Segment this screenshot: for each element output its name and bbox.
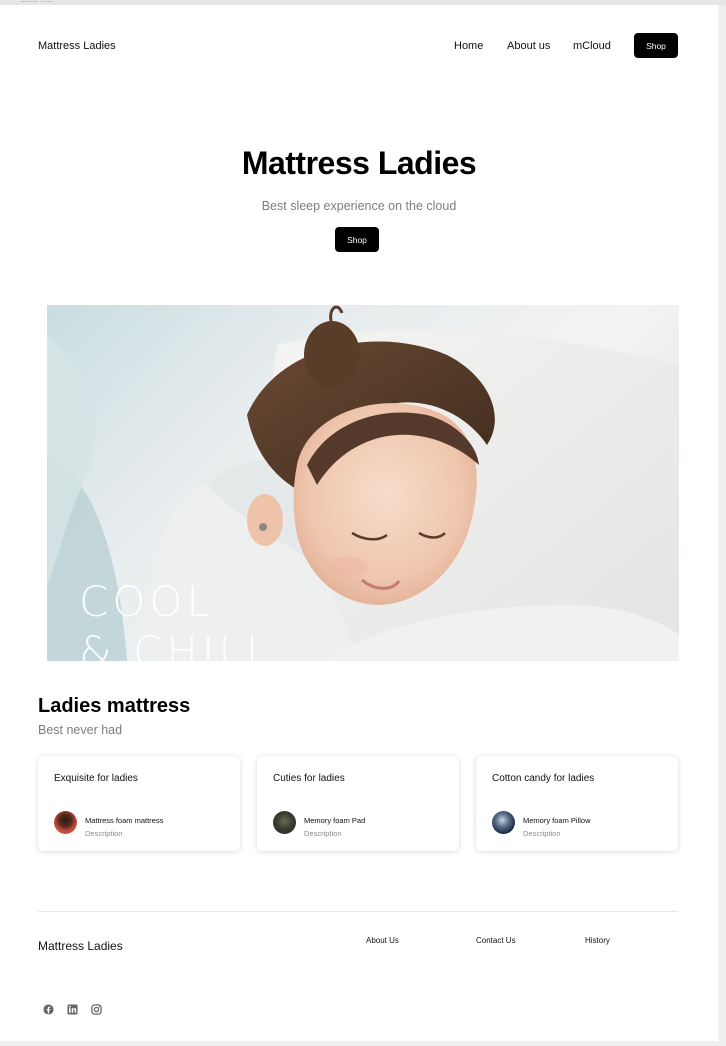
footer-link-history[interactable]: History: [585, 936, 610, 945]
card-title: Cuties for ladies: [273, 773, 345, 784]
hero-shop-button[interactable]: Shop: [335, 227, 379, 252]
card-product-name: Memory foam Pad: [304, 816, 366, 825]
section-title: Ladies mattress: [38, 695, 191, 717]
header-shop-button[interactable]: Shop: [634, 33, 678, 58]
avatar: [492, 811, 515, 834]
footer-brand: Mattress Ladies: [38, 939, 123, 953]
instagram-icon[interactable]: [90, 1003, 102, 1015]
facebook-icon[interactable]: [42, 1003, 54, 1015]
footer-link-about-us[interactable]: About Us: [366, 936, 399, 945]
footer-divider: [38, 911, 678, 912]
hero-subtitle: Best sleep experience on the cloud: [261, 199, 457, 213]
card-description: Description: [523, 829, 561, 838]
page: Mattress Ladies Home About us mCloud Sho…: [0, 5, 718, 1041]
card-product-name: Mattress foam mattress: [85, 816, 164, 825]
linkedin-icon[interactable]: [66, 1003, 78, 1015]
avatar: [273, 811, 296, 834]
card-title: Exquisite for ladies: [54, 773, 138, 784]
product-card[interactable]: Cotton candy for ladies Memory foam Pill…: [476, 756, 678, 851]
card-description: Description: [304, 829, 342, 838]
card-product-name: Memory foam Pillow: [523, 816, 591, 825]
nav-mcloud[interactable]: mCloud: [573, 40, 611, 52]
card-title: Cotton candy for ladies: [492, 773, 595, 784]
nav-about-us[interactable]: About us: [507, 40, 550, 52]
product-card[interactable]: Exquisite for ladies Mattress foam mattr…: [38, 756, 240, 851]
window-edge: [718, 5, 726, 1041]
nav-home[interactable]: Home: [454, 40, 483, 52]
product-card[interactable]: Cuties for ladies Memory foam Pad Descri…: [257, 756, 459, 851]
footer-link-contact-us[interactable]: Contact Us: [476, 936, 516, 945]
image-overlay-line-1: COOL: [79, 577, 214, 626]
header-brand[interactable]: Mattress Ladies: [38, 40, 116, 52]
section-subtitle: Best never had: [38, 723, 123, 737]
avatar: [54, 811, 77, 834]
card-description: Description: [85, 829, 123, 838]
hero-image: COOL & CHILL: [47, 305, 679, 661]
hero-title: Mattress Ladies: [241, 145, 477, 181]
image-overlay-line-2: & CHILL: [79, 627, 274, 662]
